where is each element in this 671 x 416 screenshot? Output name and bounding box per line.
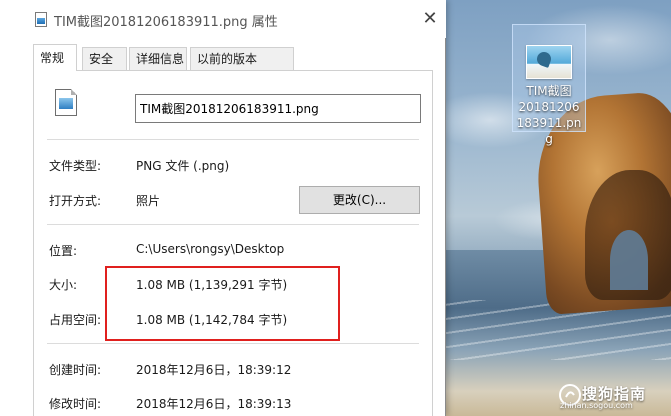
wallpaper-waves: [430, 300, 671, 360]
location-value: C:\Users\rongsy\Desktop: [136, 242, 285, 256]
open-with-label: 打开方式:: [49, 194, 102, 208]
tab-general[interactable]: 常规: [33, 44, 77, 71]
image-file-large-icon: [55, 89, 77, 116]
size-label: 大小:: [49, 278, 78, 292]
desktop-file-label: TIM截图 20181206 183911.png: [516, 84, 582, 146]
modified-value: 2018年12月6日，18:39:13: [136, 397, 292, 411]
divider: [47, 139, 419, 140]
wallpaper-rock-arch: [610, 230, 648, 290]
watermark-url: zhinan.sogou.com: [560, 401, 633, 410]
image-file-icon: [35, 12, 47, 27]
sogou-watermark: 搜狗指南 zhinan.sogou.com: [558, 383, 668, 413]
desktop-file-icon[interactable]: TIM截图 20181206 183911.png: [512, 24, 586, 146]
created-value: 2018年12月6日，18:39:12: [136, 363, 292, 377]
disk-size-label: 占用空间:: [49, 313, 102, 327]
modified-label: 修改时间:: [49, 397, 102, 411]
divider: [47, 343, 419, 344]
change-button[interactable]: 更改(C)...: [299, 186, 420, 214]
image-thumbnail-icon: [526, 45, 572, 79]
file-type-value: PNG 文件 (.png): [136, 159, 230, 173]
tab-strip: 常规 安全 详细信息 以前的版本: [33, 44, 433, 71]
location-label: 位置:: [49, 244, 78, 258]
dialog-title: TIM截图20181206183911.png 属性: [54, 15, 278, 30]
file-type-label: 文件类型:: [49, 159, 102, 173]
tab-previous-versions[interactable]: 以前的版本: [190, 47, 294, 70]
divider: [47, 224, 419, 225]
properties-dialog: TIM截图20181206183911.png 属性 ✕ 常规 安全 详细信息 …: [0, 0, 446, 416]
tab-details[interactable]: 详细信息: [129, 47, 187, 70]
close-button[interactable]: ✕: [414, 6, 446, 34]
dialog-titlebar[interactable]: TIM截图20181206183911.png 属性 ✕: [0, 0, 446, 38]
file-name-input[interactable]: [135, 94, 421, 123]
open-with-value: 照片: [136, 194, 161, 208]
size-highlight-box: [105, 266, 340, 341]
tab-security[interactable]: 安全: [82, 47, 127, 70]
created-label: 创建时间:: [49, 363, 102, 377]
